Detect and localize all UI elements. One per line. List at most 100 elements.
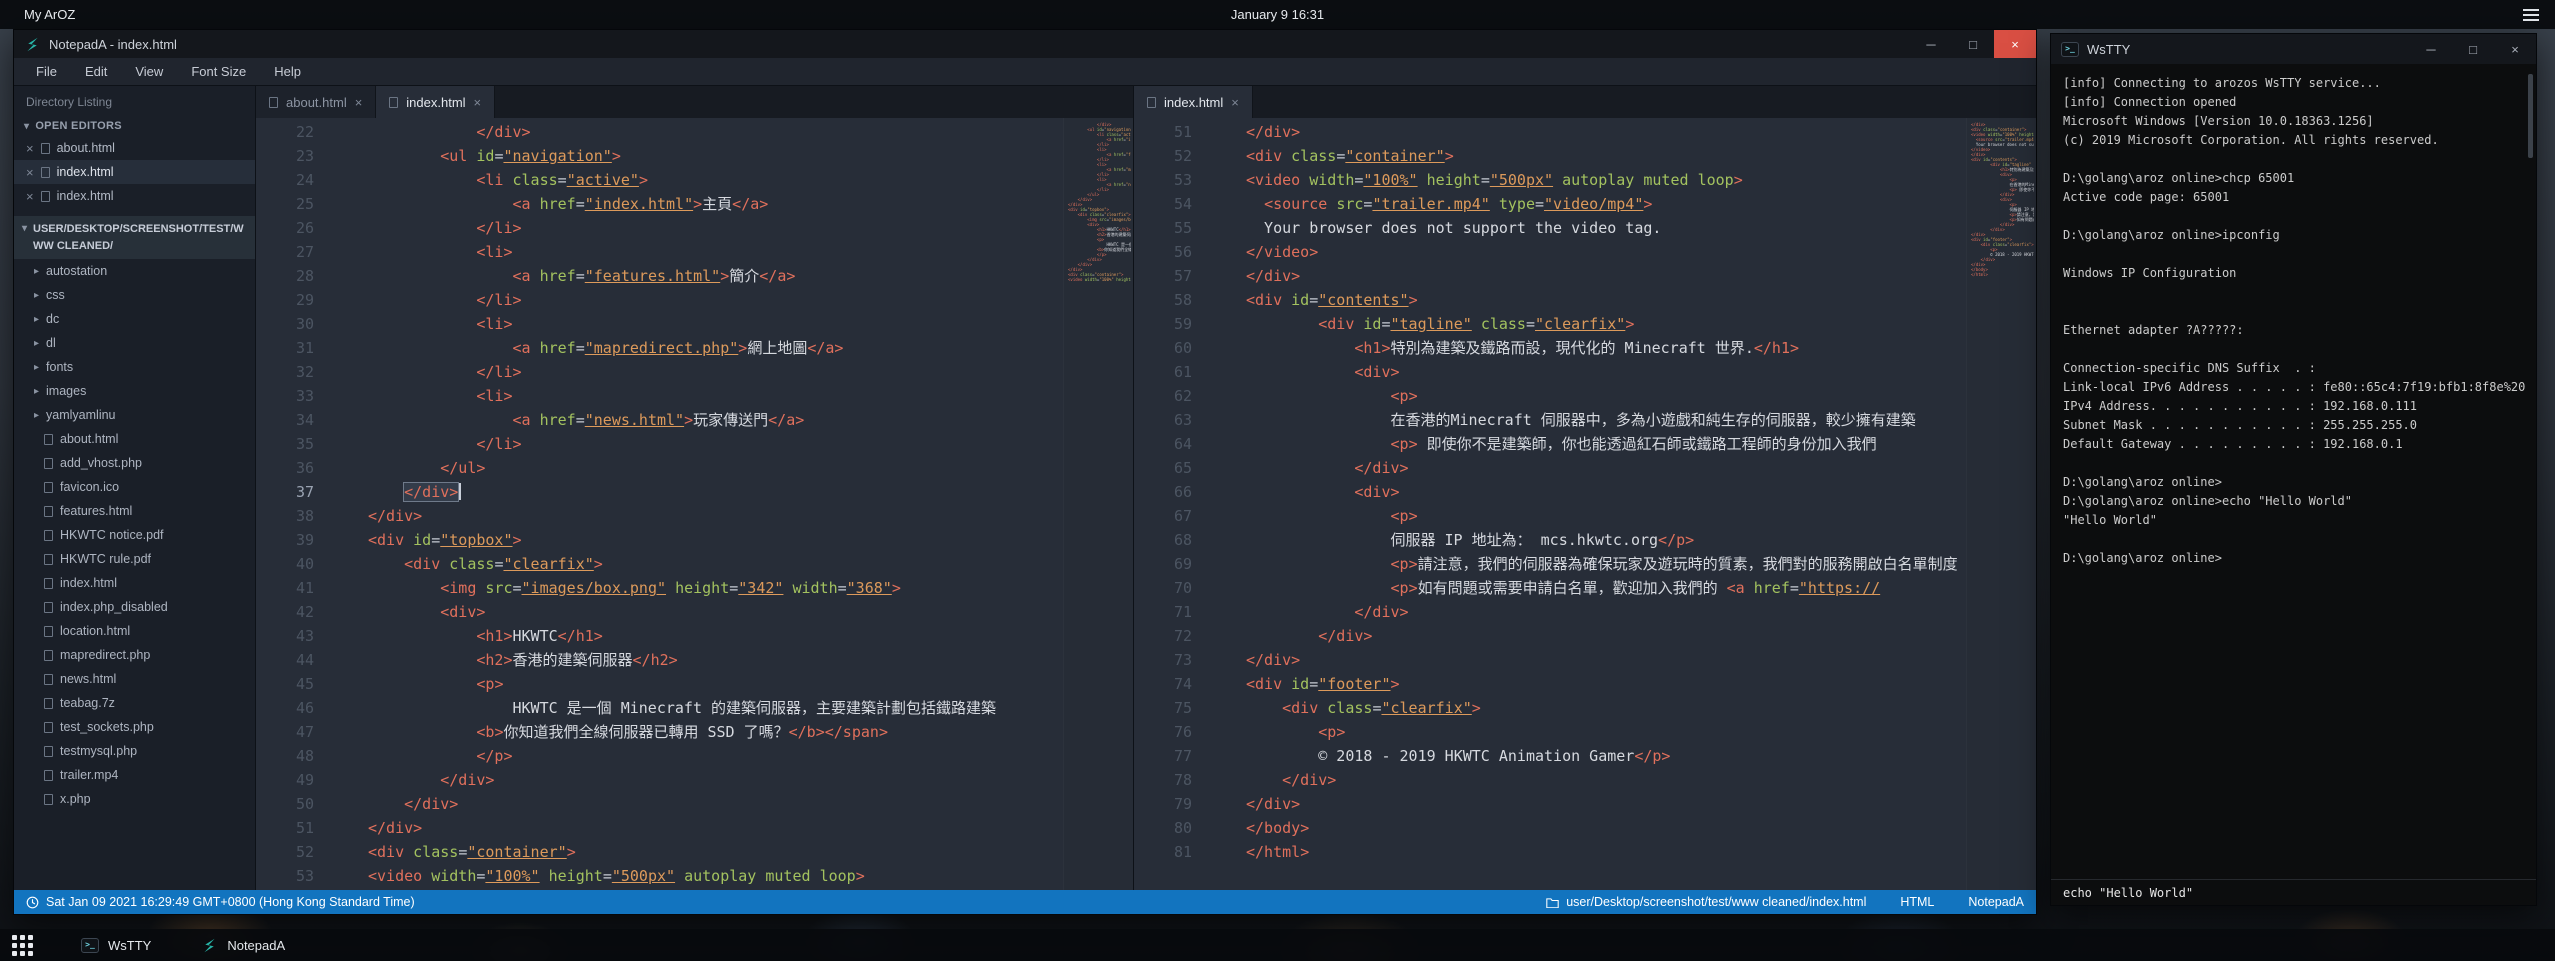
tab-index.html[interactable]: index.html× — [1134, 86, 1253, 118]
code-line[interactable]: </div> — [1246, 456, 1966, 480]
code-line[interactable]: <a href="index.html">主頁</a> — [368, 192, 1063, 216]
code-line[interactable]: <p> — [1246, 504, 1966, 528]
open-editors-header[interactable]: ▾ OPEN EDITORS — [14, 116, 255, 136]
menu-view[interactable]: View — [121, 59, 177, 84]
workspace-folder-header[interactable]: ▾ USER/DESKTOP/SCREENSHOT/TEST/WWW CLEAN… — [14, 216, 255, 259]
code-line[interactable]: </div> — [1246, 792, 1966, 816]
code-line[interactable]: <a href="news.html">玩家傳送門</a> — [368, 408, 1063, 432]
code-line[interactable]: </div> — [1246, 120, 1966, 144]
code-line[interactable]: </li> — [368, 216, 1063, 240]
code-line[interactable]: <b>你知道我們全線伺服器已轉用 SSD 了嗎？</b></span> — [368, 720, 1063, 744]
menu-font-size[interactable]: Font Size — [177, 59, 260, 84]
minimap[interactable]: </div> <ul id="navigation"> <li class="a… — [1063, 118, 1133, 890]
code-line[interactable]: 伺服器 IP 地址為： mcs.hkwtc.org</p> — [1246, 528, 1966, 552]
code-line[interactable]: <div class="container"> — [368, 840, 1063, 864]
code-line[interactable]: <li class="active"> — [368, 168, 1063, 192]
wstty-titlebar[interactable]: >_ WsTTY ─ □ × — [2051, 34, 2536, 64]
code-line[interactable]: <div> — [1246, 480, 1966, 504]
code-line[interactable]: <div id="tagline" class="clearfix"> — [1246, 312, 1966, 336]
file-item[interactable]: favicon.ico — [14, 475, 255, 499]
file-item[interactable]: trailer.mp4 — [14, 763, 255, 787]
code-line[interactable]: <h2>香港的建築伺服器</h2> — [368, 648, 1063, 672]
folder-item[interactable]: ▸fonts — [14, 355, 255, 379]
open-editor-item[interactable]: ×index.html — [14, 160, 255, 184]
code-line[interactable]: <p> — [1246, 720, 1966, 744]
file-item[interactable]: x.php — [14, 787, 255, 811]
maximize-icon[interactable]: □ — [2452, 34, 2494, 64]
code-line[interactable]: </div> — [368, 120, 1063, 144]
code-line[interactable]: <a href="mapredirect.php">網上地圖</a> — [368, 336, 1063, 360]
statusbar-language-mode[interactable]: HTML — [1900, 895, 1934, 909]
file-item[interactable]: add_vhost.php — [14, 451, 255, 475]
folder-item[interactable]: ▸yamlyamlinu — [14, 403, 255, 427]
menu-file[interactable]: File — [22, 59, 71, 84]
close-icon[interactable]: × — [2494, 34, 2536, 64]
file-item[interactable]: about.html — [14, 427, 255, 451]
terminal-output[interactable]: [info] Connecting to arozos WsTTY servic… — [2051, 64, 2536, 879]
close-icon[interactable]: × — [26, 190, 34, 203]
taskbar-item-notepada[interactable]: NotepadA — [191, 934, 295, 957]
file-item[interactable]: index.html — [14, 571, 255, 595]
code-line[interactable]: <source src="trailer.mp4" type="video/mp… — [1246, 192, 1966, 216]
code-line[interactable]: </div> — [368, 768, 1063, 792]
code-line[interactable]: <div> — [1246, 360, 1966, 384]
code-line[interactable]: <video width="100%" height="500px" autop… — [1246, 168, 1966, 192]
file-item[interactable]: HKWTC notice.pdf — [14, 523, 255, 547]
minimize-icon[interactable]: ─ — [1910, 30, 1952, 58]
code-line[interactable]: </ul> — [368, 456, 1063, 480]
code-line[interactable]: <h1>HKWTC</h1> — [368, 624, 1063, 648]
hamburger-menu-icon[interactable] — [2523, 9, 2539, 21]
code-area[interactable]: </div> <ul id="navigation"> <li class="a… — [344, 118, 1063, 890]
code-line[interactable]: </div> — [1246, 768, 1966, 792]
code-line[interactable]: <p>請注意，我們的伺服器為確保玩家及遊玩時的質素，我們對的服務開啟白名單制度 — [1246, 552, 1966, 576]
aroz-brand[interactable]: My ArOZ — [24, 7, 75, 22]
code-line[interactable]: </li> — [368, 432, 1063, 456]
code-line[interactable]: <div class="clearfix"> — [368, 552, 1063, 576]
code-line[interactable]: <li> — [368, 384, 1063, 408]
file-item[interactable]: HKWTC rule.pdf — [14, 547, 255, 571]
code-area[interactable]: </div><div class="container"><video widt… — [1222, 118, 1966, 890]
code-line[interactable]: <div id="footer"> — [1246, 672, 1966, 696]
code-line[interactable]: <p> 即使你不是建築師，你也能透過紅石師或鐵路工程師的身份加入我們 — [1246, 432, 1966, 456]
code-line[interactable]: <img src="images/box.png" height="342" w… — [368, 576, 1063, 600]
file-item[interactable]: index.php_disabled — [14, 595, 255, 619]
menu-edit[interactable]: Edit — [71, 59, 121, 84]
code-line[interactable]: <a href="features.html">簡介</a> — [368, 264, 1063, 288]
close-tab-icon[interactable]: × — [1231, 96, 1239, 109]
folder-item[interactable]: ▸dl — [14, 331, 255, 355]
terminal-input[interactable]: echo "Hello World" — [2051, 879, 2536, 905]
close-tab-icon[interactable]: × — [355, 96, 363, 109]
minimap[interactable]: </div><div class="container"><video widt… — [1966, 118, 2036, 890]
code-line[interactable]: </div> — [368, 816, 1063, 840]
code-line[interactable]: </body> — [1246, 816, 1966, 840]
code-line[interactable]: </div> — [368, 480, 1063, 504]
code-line[interactable]: HKWTC 是一個 Minecraft 的建築伺服器，主要建築計劃包括鐵路建築 — [368, 696, 1063, 720]
editor-left[interactable]: 2223242526272829303132333435363738394041… — [256, 118, 1133, 890]
code-line[interactable]: </div> — [368, 792, 1063, 816]
file-item[interactable]: teabag.7z — [14, 691, 255, 715]
code-line[interactable]: <p> — [368, 672, 1063, 696]
folder-item[interactable]: ▸images — [14, 379, 255, 403]
code-line[interactable]: </video> — [1246, 240, 1966, 264]
statusbar-app-name[interactable]: NotepadA — [1968, 895, 2024, 909]
code-line[interactable]: Your browser does not support the video … — [1246, 216, 1966, 240]
file-item[interactable]: testmysql.php — [14, 739, 255, 763]
close-icon[interactable]: × — [1994, 30, 2036, 58]
file-item[interactable]: location.html — [14, 619, 255, 643]
code-line[interactable]: </div> — [1246, 600, 1966, 624]
close-icon[interactable]: × — [26, 142, 34, 155]
file-item[interactable]: features.html — [14, 499, 255, 523]
code-line[interactable]: </div> — [1246, 624, 1966, 648]
editor-right[interactable]: 5152535455565758596061626364656667686970… — [1134, 118, 2036, 890]
open-editor-item[interactable]: ×about.html — [14, 136, 255, 160]
code-line[interactable]: </div> — [1246, 264, 1966, 288]
code-line[interactable]: <div class="clearfix"> — [1246, 696, 1966, 720]
code-line[interactable]: <li> — [368, 240, 1063, 264]
statusbar-file-path[interactable]: user/Desktop/screenshot/test/www cleaned… — [1546, 895, 1866, 909]
code-line[interactable]: <div class="container"> — [1246, 144, 1966, 168]
code-line[interactable]: <li> — [368, 312, 1063, 336]
code-line[interactable]: <div> — [368, 600, 1063, 624]
tab-about.html[interactable]: about.html× — [256, 86, 376, 118]
close-icon[interactable]: × — [26, 166, 34, 179]
app-launcher-icon[interactable] — [12, 935, 33, 956]
